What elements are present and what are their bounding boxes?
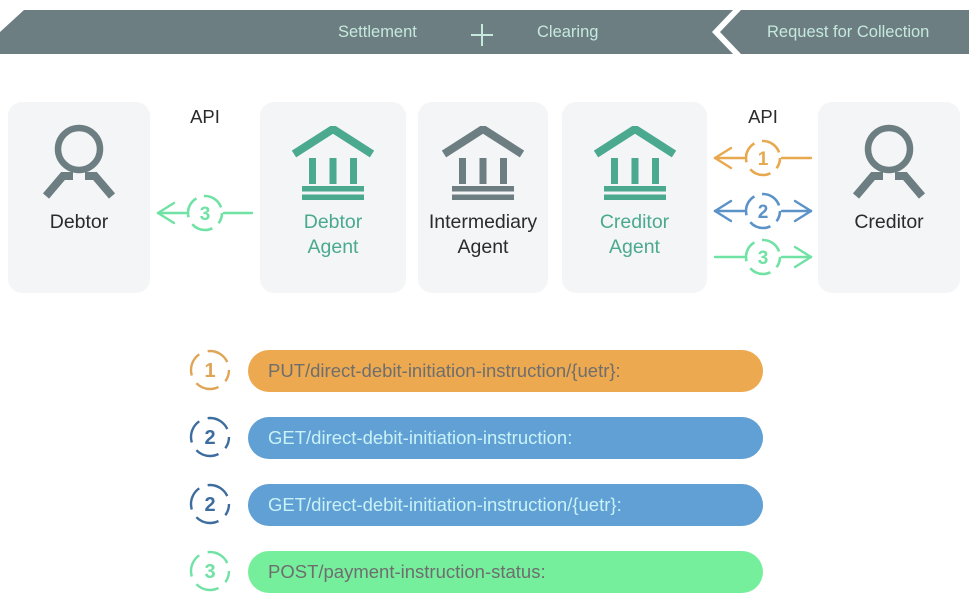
step-badge-2: 2 (189, 416, 231, 458)
actor-card-creditor: Creditor (818, 102, 960, 293)
person-icon (38, 122, 120, 204)
legend-row: 3 POST/payment-instruction-status: (0, 541, 969, 608)
legend-row: 2 GET/direct-debit-initiation-instructio… (0, 407, 969, 474)
svg-text:3: 3 (758, 248, 769, 269)
svg-text:1: 1 (204, 360, 215, 382)
bank-icon (593, 122, 677, 204)
banner-left-segment (0, 10, 733, 54)
actor-label-debtor: Debtor (49, 211, 109, 233)
legend-row: 2 GET/direct-debit-initiation-instructio… (0, 474, 969, 541)
actor-label-creditor: Creditor (854, 211, 924, 233)
actor-label-line1: Debtor (303, 211, 363, 233)
actor-label-line1: Creditor (599, 211, 670, 233)
actor-row: Debtor Debtor Agent Intermediary Agent C… (0, 102, 969, 294)
step-badge-2: 2 (189, 483, 231, 525)
actor-label-line2: Agent (609, 236, 660, 258)
legend-pill-endpoint: GET/direct-debit-initiation-instruction: (248, 417, 763, 459)
flow-arrow-left-step3: 3 (152, 190, 258, 236)
person-icon (848, 122, 930, 204)
actor-card-debtor: Debtor (8, 102, 150, 293)
step-badge-1: 1 (189, 349, 231, 391)
actor-label-line1: Intermediary (428, 211, 538, 233)
actor-card-creditor-agent: Creditor Agent (562, 102, 707, 293)
api-title-left: API (190, 106, 220, 127)
flow-arrow-right-step2: 2 (709, 188, 817, 234)
svg-text:2: 2 (758, 202, 769, 223)
api-title-right: API (748, 106, 778, 127)
actor-card-debtor-agent: Debtor Agent (260, 102, 406, 293)
legend-pill-endpoint: GET/direct-debit-initiation-instruction/… (248, 484, 763, 526)
svg-text:1: 1 (758, 149, 769, 170)
svg-text:3: 3 (200, 204, 211, 225)
actor-card-intermediary-agent: Intermediary Agent (418, 102, 548, 293)
svg-text:2: 2 (204, 427, 215, 449)
legend-row: 1 PUT/direct-debit-initiation-instructio… (0, 340, 969, 407)
flow-banner (0, 8, 969, 56)
svg-text:3: 3 (204, 561, 215, 583)
actor-label-creditor-agent: Creditor Agent (600, 210, 669, 260)
banner-right-segment (720, 10, 969, 54)
actor-label-line2: Agent (307, 236, 359, 258)
legend-pill-endpoint: POST/payment-instruction-status: (248, 551, 763, 593)
bank-icon (291, 122, 375, 204)
actor-label-debtor-agent: Debtor Agent (304, 210, 363, 260)
actor-label-line2: Agent (457, 236, 509, 258)
flow-arrow-right-step3: 3 (709, 234, 817, 280)
step-badge-3: 3 (189, 550, 231, 592)
actor-label-intermediary-agent: Intermediary Agent (429, 210, 537, 260)
flow-arrow-right-step1: 1 (709, 135, 817, 181)
svg-text:2: 2 (204, 494, 215, 516)
bank-icon (441, 122, 525, 204)
legend-pill-endpoint: PUT/direct-debit-initiation-instruction/… (248, 350, 763, 392)
